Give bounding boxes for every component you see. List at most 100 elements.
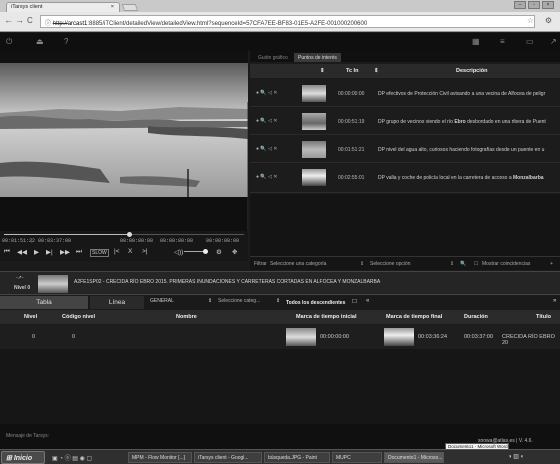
expand-icon[interactable]: » [553,298,556,304]
taskbar-item[interactable]: MPM - Flow Monitor [...] [128,452,192,463]
settings-icon[interactable]: ⚙ [216,248,222,256]
tab-close-icon[interactable]: × [111,4,114,10]
bookmark-star-icon[interactable]: ☆ [527,16,534,25]
col-nombre[interactable]: Nombre [176,314,197,320]
tree-table-row[interactable]: 0 0 00:00:00:00 00:03:36:24 00:03:37:00 … [0,325,560,349]
match-checkbox[interactable]: ☐ [474,261,478,267]
poi-thumbnail [302,85,326,102]
list-icon[interactable]: ≡ [500,37,505,46]
tray-icons[interactable]: ◑ ▥ ◐ [508,453,524,460]
sort-icon[interactable]: ⇕ [320,68,325,74]
category-select-bottom[interactable]: Seleccione categ... [218,298,260,304]
frames-icon[interactable]: ▭ [526,37,534,46]
start-thumbnail [286,328,316,346]
go-start-icon[interactable]: ⏮ [4,248,10,256]
tab-table[interactable]: Tabla [0,296,88,309]
help-icon[interactable]: ? [64,37,68,46]
sort-icon[interactable]: ⇕ [374,68,379,74]
column-tcin[interactable]: Tc In [346,68,358,74]
timeline-track[interactable] [4,232,244,237]
minimize-icon[interactable]: – [514,1,526,9]
fullscreen-icon[interactable]: ✥ [232,248,237,256]
taskbar-item-active[interactable]: Documento1 - Microso... [384,452,444,463]
column-description[interactable]: Descripción [456,68,487,74]
row-actions-icon[interactable]: ● 🔍 ◁ ✕ [256,174,277,180]
chevron-down-icon[interactable]: ⇕ [450,261,454,267]
grid-icon[interactable]: ▦ [472,37,480,46]
descendants-label: Todos los descendientes [286,300,346,306]
option-select[interactable]: Seleccione opción [370,261,411,267]
poi-row[interactable]: ● 🔍 ◁ ✕ 00:00:51:19 DP grupo de vecinos … [250,108,560,135]
taskbar-item[interactable]: iTarsys client - Googl... [194,452,262,463]
play-icon[interactable]: ▶ [34,248,39,256]
poi-row[interactable]: ● 🔍 ◁ ✕ 00:01:51:21 DP nivel del agua al… [250,136,560,163]
add-icon[interactable]: + [550,261,553,267]
col-tc-end[interactable]: Marca de tiempo final [386,314,442,320]
mark-x-icon[interactable]: X [128,248,132,255]
poi-row[interactable]: ● 🔍 ◁ ✕ 00:00:00:00 DP efectivos de Prot… [250,80,560,107]
level-title: A2FE1SP02 - CRECIDA RÍO EBRO 2015. PRIME… [74,279,381,285]
row-actions-icon[interactable]: ● 🔍 ◁ ✕ [256,90,277,96]
poi-row[interactable]: ● 🔍 ◁ ✕ 00:02:55:01 DP valla y coche de … [250,164,560,193]
chevron-down-icon[interactable]: ⇕ [276,298,280,304]
filter-bar: Filtrar Seleccione una categoría ⇕ Selec… [250,256,560,270]
wrench-icon[interactable]: ⚙ [545,16,552,25]
player-controls: 00:01:51:22 | 00:03:37:00 00:00:00:00 00… [0,231,248,261]
cell-duration: 00:03:37:00 [464,334,494,340]
close-window-icon[interactable]: × [542,1,554,9]
volume-slider[interactable] [184,249,208,254]
chevron-down-icon[interactable]: ⇕ [360,261,364,267]
forward-icon[interactable]: → [15,15,24,25]
level-arrow[interactable]: -↗- [16,275,24,281]
mark-out-icon[interactable]: >| [142,248,147,255]
new-tab-button[interactable] [121,4,139,11]
general-select[interactable]: GENERAL [150,298,174,304]
address-bar[interactable]: ⓘ http://arcast1:8885/iTClient/detailedV… [40,15,535,28]
timeline-knob[interactable] [126,232,132,237]
go-end-icon[interactable]: ⏭ [76,248,82,256]
mark-in-icon[interactable]: |< [114,248,119,255]
power-icon[interactable]: ⏻ [6,37,12,47]
app-top-bar: ⏻ ⏏ ? ▦ ≡ ▭ ↗ [0,33,560,51]
tab-points-of-interest[interactable]: Puntos de interés [294,53,341,62]
cell-title: CRECIDA RÍO EBRO 20 [502,334,555,346]
maximize-icon[interactable]: ▫ [528,1,540,9]
search-icon[interactable]: 🔍 [460,261,466,267]
col-codigo[interactable]: Código nivel [62,314,95,320]
row-actions-icon[interactable]: ● 🔍 ◁ ✕ [256,118,277,124]
video-viewer[interactable] [0,51,248,231]
col-title[interactable]: Título [536,314,551,320]
descendants-checkbox[interactable]: ☐ [352,299,357,305]
url-path: :8885/iTClient/detailedView/detailedView… [87,21,368,27]
start-button[interactable]: ⊞ Inicio [1,451,45,464]
collapse-icon[interactable]: « [366,298,369,304]
chevron-down-icon[interactable]: ⇕ [208,298,212,304]
status-message: Mensaje de Tarsys: [6,433,49,439]
tab-storyboard[interactable]: Guión gráfico [254,53,292,62]
quicklaunch-icons[interactable]: ▣ ◔ ⓔ ▤ ◉ ▢ [52,453,92,462]
step-frame-icon[interactable]: ▶| [46,248,53,256]
tab-line[interactable]: Línea [90,296,144,309]
match-label: Mostrar coincidencias [482,261,531,267]
volume-icon[interactable]: ◁)) [174,248,183,256]
category-select[interactable]: Seleccione una categoría [270,261,326,267]
url-scheme: http:// [52,21,68,27]
reload-icon[interactable]: C [27,16,33,25]
timecode-in: 00:00:00:00 [120,238,154,244]
eject-icon[interactable]: ⏏ [36,37,44,46]
taskbar-item[interactable]: MUPC [332,452,382,463]
cell-nivel: 0 [32,334,36,340]
col-duration[interactable]: Duración [464,314,488,320]
slow-button[interactable]: SLOW [90,249,109,257]
poi-description: DP valla y coche de policía local en la … [378,175,544,181]
back-icon[interactable]: ← [4,15,13,25]
step-back-icon[interactable]: ◀◀ [17,248,27,256]
browser-tab[interactable]: iTarsys client × [6,2,120,12]
timecode-out: 00:00:00:00 [206,238,240,244]
col-tc-start[interactable]: Marca de tiempo inicial [296,314,357,320]
expand-icon[interactable]: ↗ [550,37,557,46]
row-actions-icon[interactable]: ● 🔍 ◁ ✕ [256,146,277,152]
taskbar-item[interactable]: búsqueda.JPG - Paint [264,452,330,463]
col-nivel[interactable]: Nivel [24,314,37,320]
step-forward-icon[interactable]: ▶▶ [60,248,70,256]
